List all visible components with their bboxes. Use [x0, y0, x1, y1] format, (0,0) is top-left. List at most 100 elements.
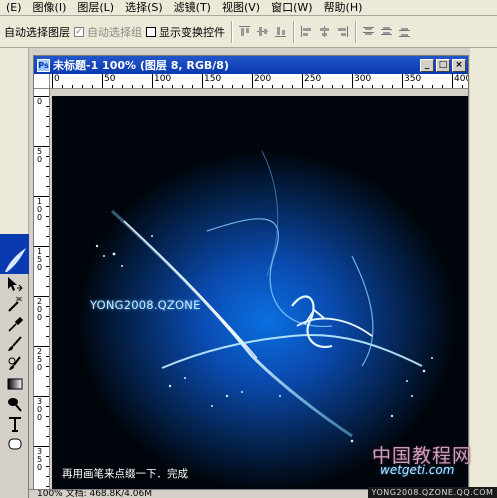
- brush-tool-icon[interactable]: [0, 334, 29, 354]
- menu-filter[interactable]: 滤镜(T): [168, 1, 216, 15]
- ruler-tick: [172, 85, 173, 88]
- ruler-tick: [46, 386, 49, 387]
- align-right-icon[interactable]: [336, 25, 349, 38]
- horizontal-ruler[interactable]: 0 50 100 150 200 250 300 350 400: [50, 74, 468, 89]
- ruler-tick: [46, 156, 49, 157]
- ruler-tick: [72, 85, 73, 88]
- auto-select-group-checkbox[interactable]: ✓: [74, 26, 84, 37]
- ruler-tick: [382, 85, 383, 88]
- ruler-h-label: 50: [104, 74, 116, 84]
- maximize-button[interactable]: □: [436, 58, 450, 72]
- ruler-tick: [192, 85, 193, 88]
- ruler-tick: [392, 85, 393, 88]
- ruler-h-label: 350: [404, 74, 422, 84]
- left-panel-strip: [0, 48, 29, 234]
- distribute-bottom-icon[interactable]: [398, 25, 411, 38]
- ruler-tick: [82, 85, 83, 88]
- right-panel-strip: [470, 48, 497, 498]
- ruler-tick: [452, 74, 453, 88]
- watermark-footer: YONG2008.QZONE.QQ.COM: [368, 487, 497, 498]
- align-hcenter-icon[interactable]: [318, 25, 331, 38]
- ruler-tick: [402, 74, 403, 88]
- ruler-tick: [282, 85, 283, 88]
- ruler-tick: [252, 74, 253, 88]
- ruler-tick: [46, 326, 49, 327]
- burn-tool-icon[interactable]: [0, 394, 29, 414]
- ruler-tick: [46, 466, 49, 467]
- ruler-tick: [152, 74, 153, 88]
- menu-image[interactable]: 图像(I): [27, 1, 72, 15]
- align-bottom-icon[interactable]: [274, 25, 287, 38]
- ruler-tick: [292, 85, 293, 88]
- ruler-tick: [46, 486, 49, 487]
- menu-edit[interactable]: (E): [0, 1, 27, 15]
- ruler-tick: [92, 85, 93, 88]
- gradient-tool-icon[interactable]: [0, 374, 29, 394]
- ruler-tick: [46, 366, 49, 367]
- align-top-icon[interactable]: [238, 25, 251, 38]
- ruler-tick: [46, 186, 49, 187]
- ruler-tick: [46, 406, 49, 407]
- ruler-tick: [52, 74, 53, 88]
- ruler-tick: [272, 85, 273, 88]
- menu-layer[interactable]: 图层(L): [71, 1, 119, 15]
- menu-help[interactable]: 帮助(H): [318, 1, 368, 15]
- ruler-tick: [46, 416, 49, 417]
- align-vcenter-icon[interactable]: [256, 25, 269, 38]
- minimize-button[interactable]: _: [420, 58, 434, 72]
- distribute-vcenter-icon[interactable]: [380, 25, 393, 38]
- ruler-tick: [46, 126, 49, 127]
- vertical-ruler[interactable]: 0 50 100 150 200 250 300 350: [34, 89, 50, 498]
- shape-tool-icon[interactable]: [0, 434, 29, 454]
- ruler-v-label: 50: [36, 147, 43, 164]
- close-button[interactable]: ×: [452, 58, 466, 72]
- ruler-tick: [162, 85, 163, 88]
- document-title: 未标题-1 100% (图层 8, RGB/8): [53, 59, 229, 72]
- show-transform-controls-checkbox[interactable]: [146, 26, 156, 37]
- ruler-tick: [46, 166, 49, 167]
- align-buttons: [238, 25, 287, 38]
- ruler-tick: [102, 74, 103, 88]
- ruler-h-label: 250: [304, 74, 322, 84]
- document-title-bar[interactable]: Ps 未标题-1 100% (图层 8, RGB/8) _ □ ×: [34, 56, 468, 74]
- ruler-tick: [432, 85, 433, 88]
- ruler-tick: [46, 226, 49, 227]
- image-canvas[interactable]: YONG2008.QZONE 再用画笔来点缀一下．完成: [52, 96, 468, 498]
- menu-window[interactable]: 窗口(W): [265, 1, 317, 15]
- align-left-icon[interactable]: [300, 25, 313, 38]
- ruler-v-label: 200: [36, 297, 43, 322]
- ruler-tick: [142, 85, 143, 88]
- type-tool-icon[interactable]: [0, 414, 29, 434]
- toolbox: [0, 234, 29, 498]
- ruler-tick: [46, 276, 49, 277]
- distribute-top-icon[interactable]: [362, 25, 375, 38]
- ruler-tick: [46, 426, 49, 427]
- move-tool-icon[interactable]: [0, 274, 29, 294]
- ruler-h-label: 200: [254, 74, 272, 84]
- ruler-tick: [46, 376, 49, 377]
- history-brush-tool-icon[interactable]: [0, 354, 29, 374]
- ruler-tick: [46, 256, 49, 257]
- artwork-graphic: [52, 96, 468, 498]
- ruler-tick: [372, 85, 373, 88]
- ruler-tick: [132, 85, 133, 88]
- magic-wand-tool-icon[interactable]: [0, 294, 29, 314]
- artwork-text: YONG2008.QZONE: [90, 298, 201, 312]
- menu-select[interactable]: 选择(S): [119, 1, 168, 15]
- menu-view[interactable]: 视图(V): [216, 1, 265, 15]
- ruler-tick: [46, 206, 49, 207]
- toolbox-header[interactable]: [0, 234, 29, 274]
- document-icon: Ps: [37, 58, 50, 72]
- auto-select-layer-label[interactable]: 自动选择图层: [4, 24, 70, 40]
- ruler-tick: [46, 436, 49, 437]
- ruler-origin[interactable]: [34, 74, 50, 89]
- ruler-h-label: 400: [454, 74, 468, 84]
- photoshop-app: (E) 图像(I) 图层(L) 选择(S) 滤镜(T) 视图(V) 窗口(W) …: [0, 0, 497, 498]
- ruler-h-label: 150: [204, 74, 222, 84]
- ruler-v-label: 350: [36, 447, 43, 472]
- menu-bar: (E) 图像(I) 图层(L) 选择(S) 滤镜(T) 视图(V) 窗口(W) …: [0, 0, 497, 16]
- ruler-tick: [322, 85, 323, 88]
- eyedropper-tool-icon[interactable]: [0, 314, 29, 334]
- ruler-v-label: 300: [36, 397, 43, 422]
- ruler-h-label: 100: [154, 74, 172, 84]
